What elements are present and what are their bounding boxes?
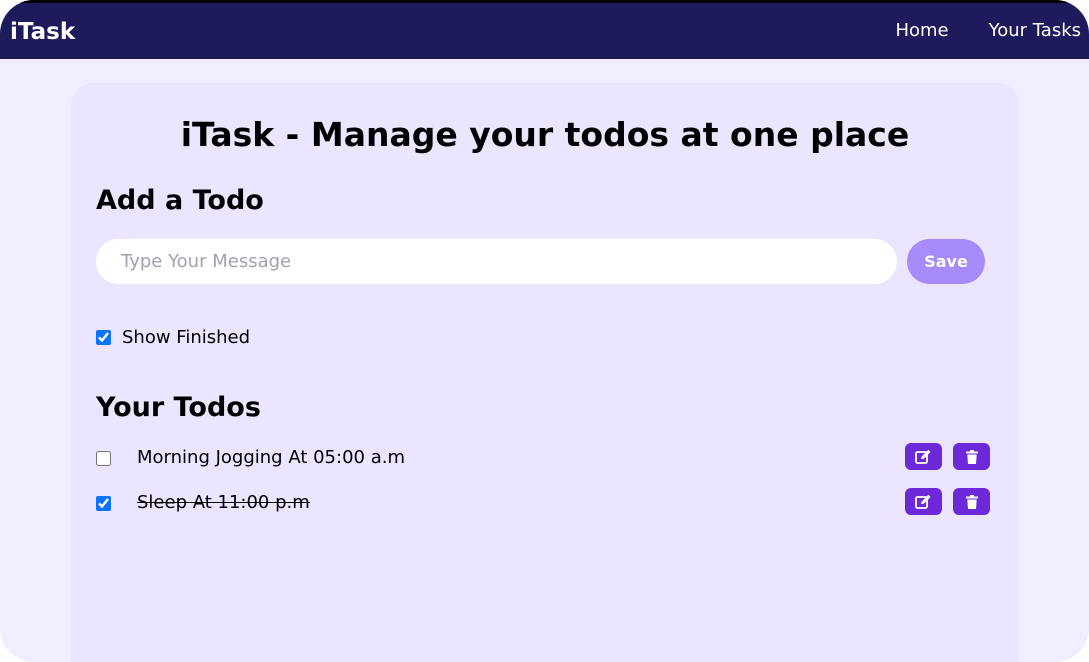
edit-button[interactable] xyxy=(905,443,942,470)
show-finished-checkbox[interactable] xyxy=(96,330,111,345)
your-todos-heading: Your Todos xyxy=(96,392,261,423)
todo-checkbox[interactable] xyxy=(96,496,111,511)
todo-item: Morning Jogging At 05:00 a.m xyxy=(71,443,1019,473)
show-finished-label: Show Finished xyxy=(122,327,251,348)
edit-icon xyxy=(915,449,932,464)
edit-icon xyxy=(915,494,932,509)
todo-checkbox[interactable] xyxy=(96,451,111,466)
nav-link-home[interactable]: Home xyxy=(895,19,948,43)
nav-link-your-tasks[interactable]: Your Tasks xyxy=(989,19,1081,43)
delete-button[interactable] xyxy=(953,488,990,515)
app-window: iTask Home Your Tasks iTask - Manage you… xyxy=(0,0,1089,662)
todo-input[interactable] xyxy=(96,239,897,284)
delete-button[interactable] xyxy=(953,443,990,470)
add-todo-heading: Add a Todo xyxy=(96,185,264,216)
edit-button[interactable] xyxy=(905,488,942,515)
save-button[interactable]: Save xyxy=(907,239,985,284)
nav-links: Home Your Tasks xyxy=(895,19,1081,43)
trash-icon xyxy=(965,449,978,464)
todo-item: Sleep At 11:00 p.m xyxy=(71,488,1019,518)
brand-logo[interactable]: iTask xyxy=(10,17,75,47)
todo-text: Sleep At 11:00 p.m xyxy=(137,492,310,513)
page-title: iTask - Manage your todos at one place xyxy=(180,115,910,154)
main-card: iTask - Manage your todos at one place A… xyxy=(71,83,1019,662)
todo-text: Morning Jogging At 05:00 a.m xyxy=(137,447,405,468)
trash-icon xyxy=(965,494,978,509)
navbar: iTask Home Your Tasks xyxy=(0,0,1089,59)
